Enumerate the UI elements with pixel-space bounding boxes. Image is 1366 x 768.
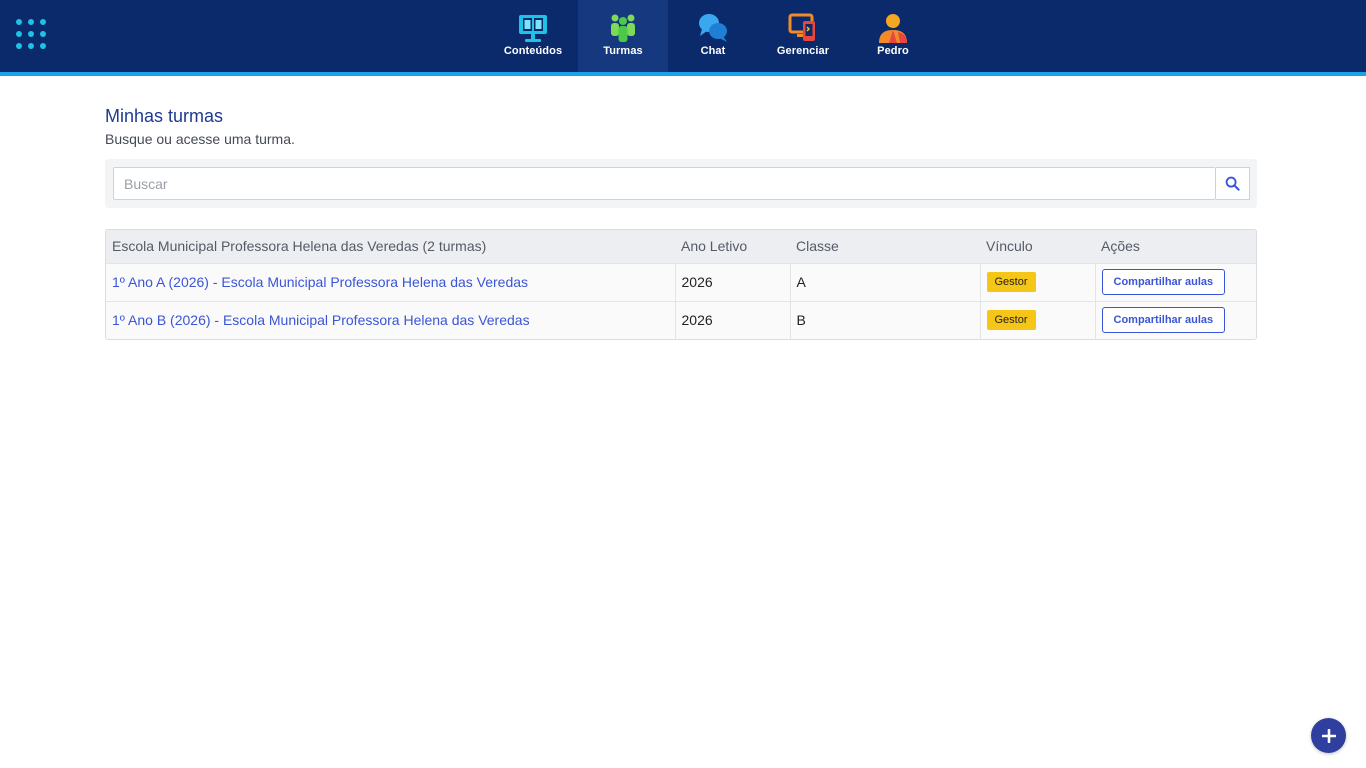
turma-link[interactable]: 1º Ano B (2026) - Escola Municipal Profe…: [112, 312, 530, 328]
classe-cell: A: [789, 262, 980, 301]
user-avatar-icon: [879, 14, 907, 43]
nav-item-pedro[interactable]: Pedro: [848, 0, 938, 72]
vinculo-cell: Gestor: [979, 262, 1095, 301]
column-header-escola: Escola Municipal Professora Helena das V…: [106, 230, 675, 263]
vinculo-cell: Gestor: [979, 300, 1095, 339]
nav-accent-underline: [0, 72, 1366, 76]
table-row: 1º Ano A (2026) - Escola Municipal Profe…: [106, 262, 1256, 301]
turma-cell: 1º Ano B (2026) - Escola Municipal Profe…: [106, 300, 675, 339]
column-header-classe: Classe: [790, 230, 980, 263]
table-row: 1º Ano B (2026) - Escola Municipal Profe…: [106, 300, 1256, 339]
share-lessons-button[interactable]: Compartilhar aulas: [1101, 269, 1226, 295]
ano-letivo-cell: 2026: [674, 262, 790, 301]
add-floating-button[interactable]: [1311, 718, 1346, 753]
search-icon: [1225, 176, 1240, 191]
nav-item-gerenciar[interactable]: Gerenciar: [758, 0, 848, 72]
monitor-book-icon: [519, 15, 547, 42]
acoes-cell: Compartilhar aulas: [1094, 262, 1256, 301]
table-header-row: Escola Municipal Professora Helena das V…: [106, 230, 1256, 263]
column-header-vinculo: Vínculo: [980, 230, 1095, 263]
share-lessons-button[interactable]: Compartilhar aulas: [1101, 307, 1226, 334]
nav-item-turmas[interactable]: Turmas: [578, 0, 668, 72]
nav-item-conteudos[interactable]: Conteúdos: [488, 0, 578, 72]
nav-label-conteudos: Conteúdos: [503, 45, 563, 57]
nav-label-turmas: Turmas: [603, 45, 643, 57]
status-badge: Gestor: [986, 272, 1036, 292]
turma-link[interactable]: 1º Ano A (2026) - Escola Municipal Profe…: [112, 274, 528, 290]
top-navigation-bar: Conteúdos Turmas Chat Gerenciar Pedro: [0, 0, 1366, 72]
chat-bubbles-icon: [699, 14, 727, 42]
ano-letivo-cell: 2026: [674, 300, 790, 339]
turmas-table: Escola Municipal Professora Helena das V…: [105, 229, 1257, 340]
nav-label-pedro: Pedro: [877, 45, 909, 57]
classe-cell: B: [789, 300, 980, 339]
nav-label-chat: Chat: [700, 45, 726, 57]
turma-cell: 1º Ano A (2026) - Escola Municipal Profe…: [106, 262, 675, 301]
column-header-acoes: Ações: [1095, 230, 1256, 263]
main-nav: Conteúdos Turmas Chat Gerenciar Pedro: [488, 0, 938, 72]
page-subtitle: Busque ou acesse uma turma.: [105, 131, 295, 147]
search-button[interactable]: [1216, 167, 1250, 200]
status-badge: Gestor: [986, 310, 1036, 331]
page-title: Minhas turmas: [105, 106, 224, 126]
nav-item-chat[interactable]: Chat: [668, 0, 758, 72]
plus-icon: [1321, 728, 1336, 743]
nav-label-gerenciar: Gerenciar: [776, 45, 830, 57]
search-bar: [105, 159, 1257, 208]
column-header-ano-letivo: Ano Letivo: [675, 230, 790, 263]
search-input[interactable]: [113, 167, 1216, 200]
people-group-icon: [611, 14, 635, 42]
devices-manage-icon: [788, 13, 815, 41]
acoes-cell: Compartilhar aulas: [1094, 300, 1256, 339]
apps-grid-icon[interactable]: [16, 19, 50, 53]
